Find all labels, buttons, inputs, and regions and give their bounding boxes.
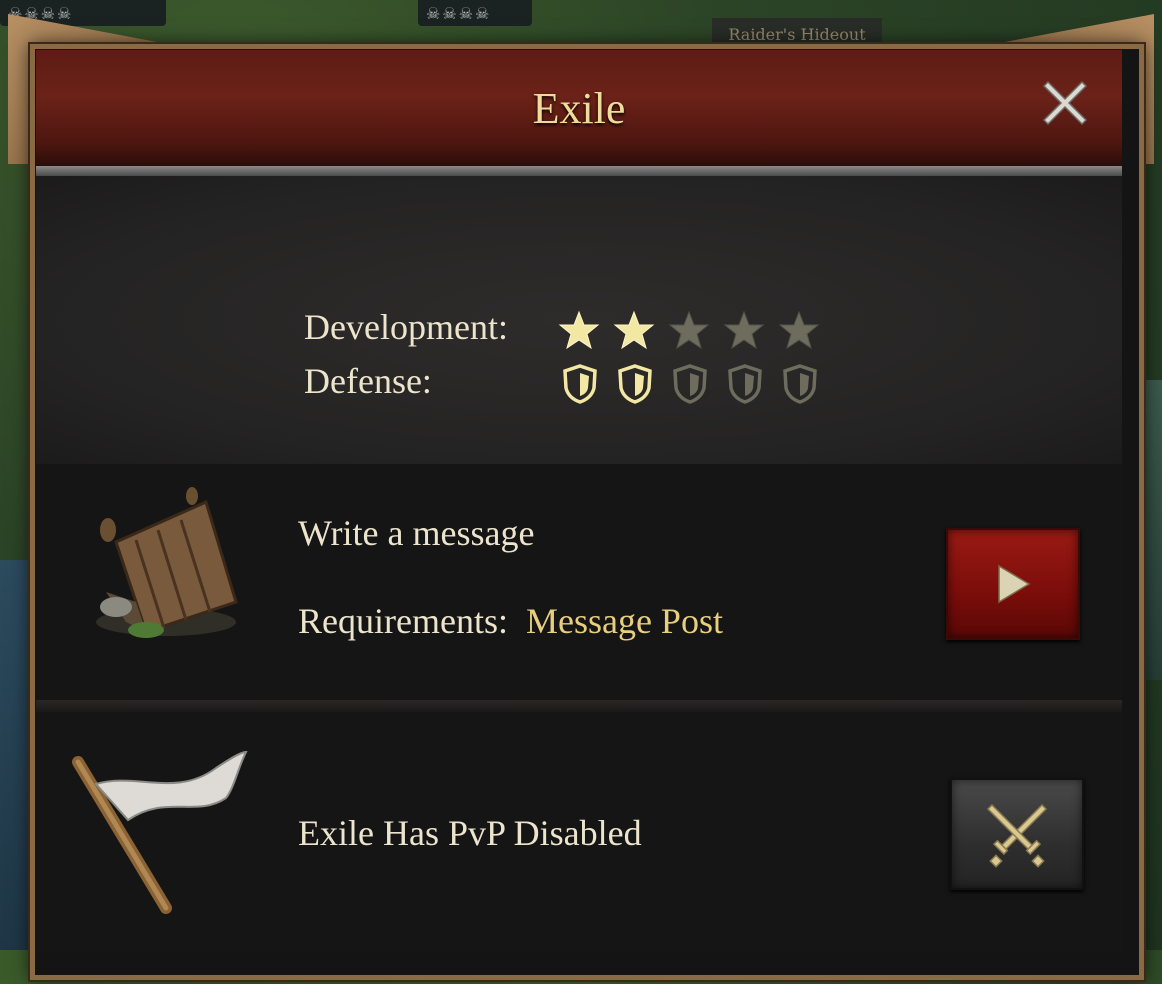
white-flag-icon: [72, 750, 248, 914]
close-button[interactable]: [1036, 74, 1094, 132]
write-message-button[interactable]: [946, 528, 1080, 640]
requirements-label: Requirements:: [298, 601, 508, 641]
requirements-value: Message Post: [525, 601, 723, 641]
write-message-title: Write a message: [298, 513, 535, 553]
attack-button[interactable]: [950, 778, 1084, 890]
close-icon: [1042, 80, 1088, 126]
shield-filled-icon: [562, 364, 598, 404]
shield-empty-icon: [672, 364, 708, 404]
play-arrow-icon: [998, 564, 1031, 604]
stats-panel: Development: Defense:: [36, 176, 1122, 464]
dialog-title: Exile: [532, 83, 626, 133]
pvp-status-text: Exile Has PvP Disabled: [298, 813, 642, 853]
crossed-swords-icon: [986, 803, 1048, 868]
shield-empty-icon: [727, 364, 763, 404]
development-label: Development:: [304, 307, 508, 347]
star-filled-icon: [558, 310, 600, 350]
development-rating: [558, 310, 820, 350]
requirements-row: Requirements: Message Post: [298, 600, 723, 642]
star-empty-icon: [723, 310, 765, 350]
shield-empty-icon: [782, 364, 818, 404]
star-empty-icon: [668, 310, 710, 350]
message-post-hut-icon: [96, 487, 238, 638]
defense-label: Defense:: [304, 361, 432, 401]
shield-filled-icon: [617, 364, 653, 404]
card-separator: [36, 700, 1122, 712]
star-filled-icon: [613, 310, 655, 350]
star-empty-icon: [778, 310, 820, 350]
write-message-card: Write a message Requirements: Message Po…: [36, 464, 1122, 700]
header-divider: [36, 166, 1122, 176]
dialog-header: Exile: [36, 50, 1122, 166]
defense-rating: [562, 364, 818, 404]
pvp-status-card: Exile Has PvP Disabled: [36, 712, 1122, 952]
